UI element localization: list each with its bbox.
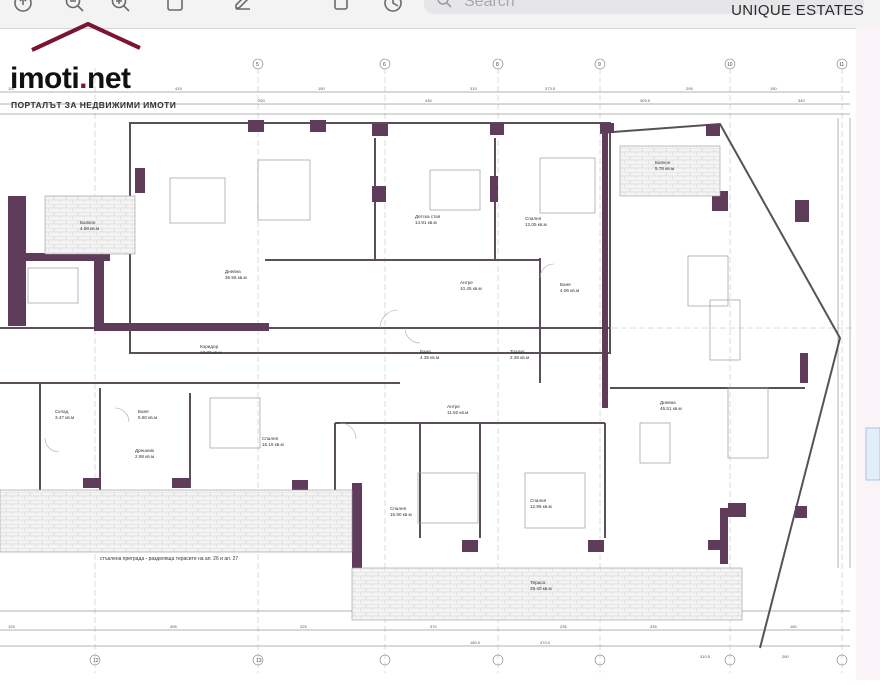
svg-text:10: 10	[727, 62, 733, 68]
room-label: Детска стая	[415, 214, 441, 219]
room-label: Баня	[138, 409, 149, 414]
room-area: 16.16 кв.м	[262, 442, 284, 447]
svg-text:150: 150	[770, 86, 777, 91]
svg-text:280: 280	[782, 654, 789, 659]
room-label: Склад	[55, 409, 69, 414]
room-area: 4.39 кв.м	[420, 355, 439, 360]
svg-text:125: 125	[8, 624, 15, 629]
terrace-south	[351, 567, 743, 621]
room-area: 10.45 кв.м	[460, 286, 482, 291]
markup-icon[interactable]	[232, 0, 254, 14]
room-label: Спалня	[262, 436, 279, 441]
room-label: Тераса	[530, 580, 546, 585]
room-label: Дневна	[225, 269, 241, 274]
room-area: 4.58 кв.м	[80, 226, 99, 231]
svg-text:236: 236	[560, 624, 567, 629]
svg-text:8: 8	[496, 62, 499, 68]
room-label: Дрешник	[135, 448, 155, 453]
room-label: Спалня	[530, 498, 547, 503]
copy-icon[interactable]	[330, 0, 352, 14]
imoti-logo[interactable]: imoti.net ПОРТАЛЪТ ЗА НЕДВИЖИМИ ИМОТИ	[8, 21, 178, 114]
room-area: 29.40 кв.м	[530, 586, 552, 591]
agency-watermark: UNIQUE ESTATES	[731, 2, 864, 19]
room-area: 12.05 кв.м	[525, 222, 547, 227]
rotate-icon[interactable]	[382, 0, 404, 14]
room-label: Антре	[447, 404, 460, 409]
room-area: 5.78 кв.м	[655, 166, 674, 171]
room-area: 17.73 кв.м	[200, 350, 222, 355]
svg-text:340: 340	[798, 98, 805, 103]
room-label: Баня	[560, 282, 571, 287]
room-area: 11.50 кв.м	[447, 410, 468, 415]
room-area: 4.06 кв.м	[560, 288, 579, 293]
dimension-values-bottom: 125 495 225 370 180.0 470.0 236 335 310.…	[8, 624, 797, 659]
room-area: 2.98 кв.м	[135, 454, 154, 459]
svg-text:430: 430	[425, 98, 432, 103]
svg-text:9: 9	[598, 62, 601, 68]
roof-icon	[31, 21, 141, 52]
svg-text:5: 5	[256, 62, 259, 68]
room-area: 5.60 кв.м	[138, 415, 157, 420]
balcony-north-east	[619, 145, 721, 197]
room-area: 14.81 кв.м	[415, 220, 437, 225]
terrace-south-west	[0, 489, 353, 553]
svg-text:370: 370	[430, 624, 437, 629]
svg-text:250: 250	[258, 98, 265, 103]
room-label: Коридор	[200, 344, 219, 349]
crop-icon[interactable]	[164, 0, 186, 14]
svg-text:160: 160	[790, 624, 797, 629]
svg-text:13: 13	[256, 658, 262, 664]
room-label: Баня	[420, 349, 431, 354]
svg-text:11: 11	[839, 62, 844, 68]
search-icon	[437, 0, 452, 8]
svg-text:309.5: 309.5	[640, 98, 651, 103]
balcony-north-west	[44, 195, 136, 255]
room-label: Спалня	[525, 216, 542, 221]
room-area: 3.47 кв.м	[55, 415, 74, 420]
share-icon[interactable]	[12, 0, 34, 14]
logo-wordmark: imoti.net	[10, 62, 131, 95]
floor-plan-drawing: Балкон 4.58 кв.м Дневна 36.56 кв.м Детск…	[0, 28, 880, 680]
page-edge-strip	[856, 28, 880, 680]
room-area: 15.90 кв.м	[390, 512, 412, 517]
side-tab	[865, 427, 880, 481]
svg-text:225: 225	[300, 624, 307, 629]
logo-tagline: ПОРТАЛЪТ ЗА НЕДВИЖИМИ ИМОТИ	[11, 100, 177, 110]
room-label: Тоалет	[510, 349, 526, 354]
room-label: Балкон	[80, 220, 96, 225]
svg-text:310: 310	[470, 86, 477, 91]
svg-text:12: 12	[93, 658, 99, 664]
svg-text:495: 495	[170, 624, 177, 629]
room-label: Балкон	[655, 160, 671, 165]
room-area: 46.51 кв.м	[660, 406, 682, 411]
svg-text:373.5: 373.5	[545, 86, 556, 91]
room-label: Антре	[460, 280, 473, 285]
room-label: Спалня	[390, 506, 407, 511]
svg-text:335: 335	[650, 624, 657, 629]
zoom-in-icon[interactable]	[110, 0, 132, 14]
svg-text:470.0: 470.0	[540, 640, 551, 645]
svg-text:295: 295	[686, 86, 693, 91]
room-area: 2.36 кв.м	[510, 355, 529, 360]
zoom-out-icon[interactable]	[64, 0, 86, 14]
svg-text:180.0: 180.0	[470, 640, 481, 645]
terrace-partition-note: стъклена преграда - разделяща терасите н…	[100, 556, 238, 562]
furniture	[27, 157, 769, 529]
room-area: 36.56 кв.м	[225, 275, 247, 280]
svg-text:310.5: 310.5	[700, 654, 711, 659]
room-label: Дневна	[660, 400, 676, 405]
floor-plan-image: Балкон 4.58 кв.м Дневна 36.56 кв.м Детск…	[0, 21, 880, 680]
svg-text:6: 6	[383, 62, 386, 68]
svg-text:150: 150	[318, 86, 325, 91]
room-area: 12.86 кв.м	[530, 504, 552, 509]
